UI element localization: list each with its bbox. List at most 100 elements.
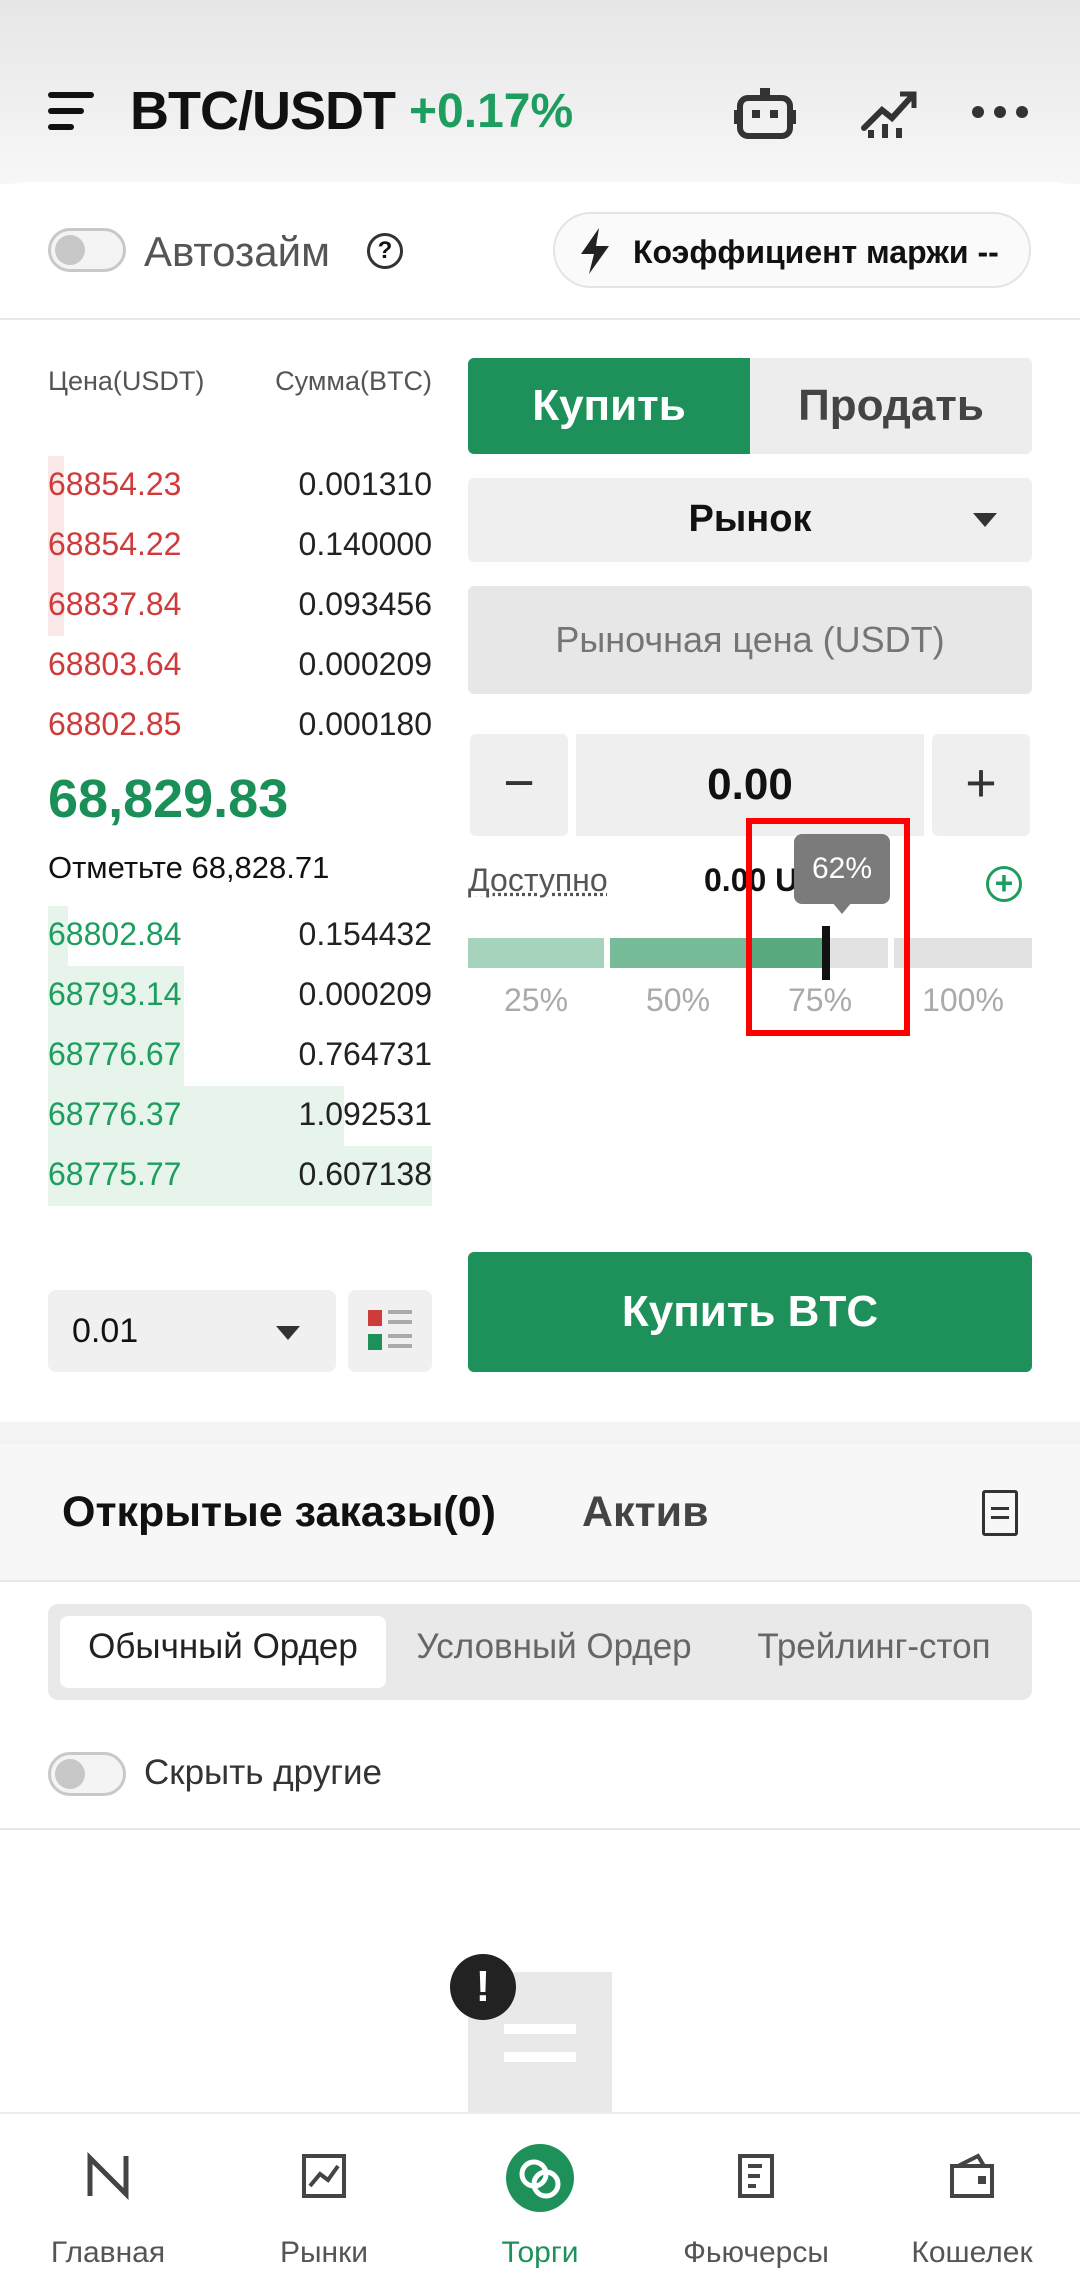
nav-label: Фьючерсы	[683, 2236, 829, 2269]
nav-item-trade[interactable]: Торги	[432, 2114, 648, 2278]
bid-price: 68793.14	[48, 976, 182, 1012]
orders-tab-bar: Открытые заказы(0) Актив	[0, 1444, 1080, 1580]
help-icon[interactable]: ?	[367, 233, 403, 269]
margin-ratio-button[interactable]: Коэффициент маржи --	[553, 212, 1031, 288]
slider-segment-2[interactable]	[610, 938, 746, 968]
ask-row[interactable]: 68837.84 0.093456	[48, 576, 432, 636]
order-type-value: Рынок	[688, 498, 812, 540]
last-price: 68,829.83	[48, 769, 289, 829]
more-icon[interactable]	[972, 106, 1028, 118]
trading-pair-title[interactable]: BTC/USDT	[130, 80, 396, 142]
ask-price: 68854.23	[48, 466, 182, 502]
nav-item-wallet[interactable]: Кошелек	[864, 2114, 1080, 2278]
futures-icon	[732, 2152, 780, 2200]
order-type-select[interactable]: Рынок	[468, 478, 1032, 562]
ask-price: 68837.84	[48, 586, 182, 622]
nav-label: Торги	[501, 2236, 579, 2269]
depth-precision-value: 0.01	[72, 1312, 139, 1350]
quantity-increase-button[interactable]: +	[932, 734, 1030, 836]
ask-amount: 0.000209	[298, 646, 432, 682]
wallet-icon	[948, 2152, 996, 2200]
bid-price: 68776.37	[48, 1096, 182, 1132]
bid-amount: 0.607138	[298, 1156, 432, 1192]
bid-price: 68802.84	[48, 916, 182, 952]
ask-row[interactable]: 68854.23 0.001310	[48, 456, 432, 516]
bid-amount: 0.154432	[298, 916, 432, 952]
alert-icon: !	[450, 1954, 516, 2020]
buy-tab[interactable]: Купить	[468, 358, 750, 454]
section-gap	[0, 1422, 1080, 1444]
mark-price: Отметьте 68,828.71	[48, 850, 330, 885]
hide-others-toggle[interactable]	[48, 1752, 126, 1796]
margin-ratio-label: Коэффициент маржи --	[633, 234, 999, 270]
menu-icon[interactable]	[48, 92, 94, 132]
bid-row[interactable]: 68776.37 1.092531	[48, 1086, 432, 1146]
bid-amount: 0.764731	[298, 1036, 432, 1072]
slider-label-25[interactable]: 25%	[486, 982, 586, 1019]
ask-amount: 0.000180	[298, 706, 432, 742]
nav-label: Кошелек	[911, 2236, 1033, 2269]
amount-column-header: Сумма(BTC)	[275, 366, 432, 396]
ask-price: 68854.22	[48, 526, 182, 562]
markets-chart-icon	[300, 2152, 348, 2200]
ask-row[interactable]: 68802.85 0.000180	[48, 696, 432, 756]
slider-segment-4[interactable]	[894, 938, 1032, 968]
ask-amount: 0.093456	[298, 586, 432, 622]
hide-others-label: Скрыть другие	[144, 1753, 382, 1792]
bid-price: 68775.77	[48, 1156, 182, 1192]
ask-price: 68802.85	[48, 706, 182, 742]
ask-row[interactable]: 68803.64 0.000209	[48, 636, 432, 696]
quantity-decrease-button[interactable]: −	[470, 734, 568, 836]
bid-amount: 1.092531	[298, 1096, 432, 1132]
slider-label-50[interactable]: 50%	[628, 982, 728, 1019]
bid-row[interactable]: 68776.67 0.764731	[48, 1026, 432, 1086]
divider	[0, 1580, 1080, 1582]
sell-tab[interactable]: Продать	[750, 358, 1032, 454]
nav-item-futures[interactable]: Фьючерсы	[648, 2114, 864, 2278]
ask-row[interactable]: 68854.22 0.140000	[48, 516, 432, 576]
subtab-conditional-order[interactable]: Условный Ордер	[396, 1616, 712, 1688]
robot-icon[interactable]	[734, 86, 796, 140]
slider-segment-1[interactable]	[468, 938, 604, 968]
nav-item-markets[interactable]: Рынки	[216, 2114, 432, 2278]
autoloan-toggle[interactable]	[48, 228, 126, 272]
trade-icon	[506, 2144, 574, 2212]
divider	[0, 1828, 1080, 1830]
buy-btc-button[interactable]: Купить BTC	[468, 1252, 1032, 1372]
bid-row[interactable]: 68793.14 0.000209	[48, 966, 432, 1026]
order-type-subtabs: Обычный Ордер Условный Ордер Трейлинг-ст…	[48, 1604, 1032, 1700]
order-history-icon[interactable]	[982, 1490, 1018, 1536]
tab-assets[interactable]: Актив	[582, 1488, 709, 1537]
price-column-header: Цена(USDT)	[48, 366, 205, 396]
bid-row[interactable]: 68775.77 0.607138	[48, 1146, 432, 1206]
nav-item-home[interactable]: Главная	[0, 2114, 216, 2278]
chevron-down-icon	[973, 513, 997, 527]
ask-amount: 0.140000	[298, 526, 432, 562]
bid-amount: 0.000209	[298, 976, 432, 1012]
chart-trend-icon[interactable]	[860, 84, 918, 138]
highlight-box	[746, 818, 910, 1036]
ask-amount: 0.001310	[298, 466, 432, 502]
depth-precision-select[interactable]: 0.01	[48, 1290, 336, 1372]
divider	[0, 318, 1080, 320]
orderbook-layout-icon[interactable]	[348, 1290, 432, 1372]
autoloan-label: Автозайм	[144, 228, 331, 275]
home-logo-icon	[84, 2151, 132, 2201]
nav-label: Рынки	[279, 2236, 369, 2269]
price-change-percent: +0.17%	[409, 85, 574, 138]
trade-screen: BTC/USDT +0.17% Автозайм ? Коэффициент м…	[0, 0, 1080, 2278]
add-funds-icon[interactable]: +	[986, 866, 1022, 902]
ask-price: 68803.64	[48, 646, 182, 682]
subtab-trailing-stop[interactable]: Трейлинг-стоп	[724, 1616, 1024, 1688]
slider-label-100[interactable]: 100%	[913, 982, 1013, 1019]
bid-row[interactable]: 68802.84 0.154432	[48, 906, 432, 966]
subtab-regular-order[interactable]: Обычный Ордер	[60, 1616, 386, 1688]
price-input[interactable]	[468, 586, 1032, 694]
nav-label: Главная	[50, 2236, 166, 2269]
tab-open-orders[interactable]: Открытые заказы(0)	[62, 1488, 496, 1537]
bid-price: 68776.67	[48, 1036, 182, 1072]
chevron-down-icon	[276, 1326, 300, 1340]
lightning-icon	[577, 228, 613, 274]
bottom-navigation: Главная Рынки Торги Фьючерсы Кошелек	[0, 2112, 1080, 2278]
available-label[interactable]: Доступно	[468, 862, 608, 899]
